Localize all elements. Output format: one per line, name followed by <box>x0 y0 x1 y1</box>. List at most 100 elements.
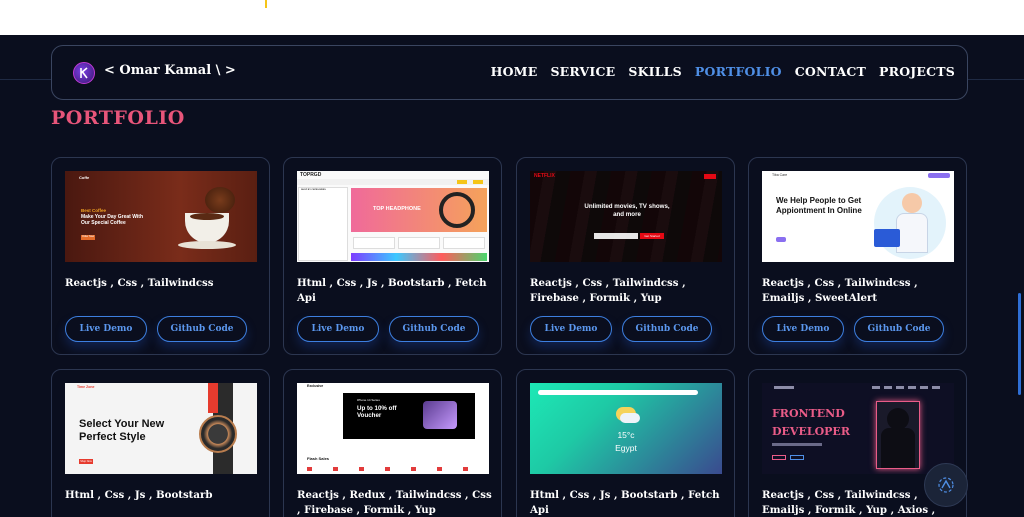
thumb-button <box>790 455 804 460</box>
thumb-headline: Up to 10% off Voucher <box>357 405 397 419</box>
project-card: Tiba Care We Help People to Get Appiontm… <box>748 157 967 355</box>
thumb-feature <box>443 237 485 249</box>
nav-skills[interactable]: SKILLS <box>628 64 682 79</box>
thumb-products <box>307 467 487 471</box>
project-tech: Reactjs , Css , Tailwindcss , Emailjs , … <box>762 277 918 304</box>
project-thumbnail[interactable]: Exclusive iPhone 14 Series Up to 10% off… <box>297 383 489 474</box>
accessibility-icon[interactable] <box>924 463 968 507</box>
project-card: Coffe Best Coffee Make Your Day Great Wi… <box>51 157 270 355</box>
live-demo-button[interactable]: Live Demo <box>762 316 844 342</box>
project-thumbnail[interactable]: 15°c Egypt <box>530 383 722 474</box>
thumb-headline: Unlimited movies, TV shows, and more <box>584 203 670 218</box>
thumb-brand: NETFLIX <box>534 173 555 179</box>
thumb-sidebar-title: SHOP BY CATEGORIES <box>301 189 326 191</box>
thumb-section: Flash Sales <box>307 456 330 461</box>
thumb-line2: DEVELOPER <box>772 425 850 438</box>
watch-strap-red <box>208 383 218 413</box>
thumb-cta: Shop Now <box>79 459 93 464</box>
project-tech: Html , Css , Js , Bootstarb <box>65 489 213 501</box>
thumb-menu <box>872 386 942 389</box>
thumb-eyebrow: Best Coffee <box>81 208 107 213</box>
github-code-button[interactable]: Github Code <box>389 316 479 342</box>
watch-face <box>199 415 237 453</box>
project-tech: Reactjs , Redux , Tailwindcss , Css , Fi… <box>297 489 492 516</box>
thumb-brand: TOPRGD <box>300 172 322 178</box>
coffee-splash <box>205 187 235 213</box>
thumb-headline: We Help People to Get Appiontment In Onl… <box>776 196 862 215</box>
thumb-cta: Order Now <box>81 235 95 240</box>
project-card: TOPRGD SHOP BY CATEGORIES TOP HEADPHONE … <box>283 157 502 355</box>
nav-portfolio[interactable]: PORTFOLIO <box>695 64 782 79</box>
thumb-brand: Coffe <box>79 175 90 180</box>
project-tech: Reactjs , Css , Tailwindcss <box>65 277 214 289</box>
portrait-body <box>881 428 915 468</box>
coffee-surface <box>190 213 224 220</box>
thumb-subtext <box>772 443 822 446</box>
live-demo-button[interactable]: Live Demo <box>530 316 612 342</box>
doctor-head <box>902 193 922 213</box>
thumb-button <box>772 455 786 460</box>
top-strip <box>0 0 1024 35</box>
github-code-button[interactable]: Github Code <box>854 316 944 342</box>
coffee-saucer <box>178 241 236 249</box>
thumb-hero: iPhone 14 Series Up to 10% off Voucher <box>343 393 475 439</box>
thumb-city: Egypt <box>615 443 637 453</box>
thumb-feature <box>398 237 440 249</box>
thumb-hero: TOP HEADPHONE <box>351 188 487 232</box>
laptop <box>874 229 900 247</box>
k-logo-icon[interactable] <box>73 62 95 84</box>
thumb-temp: 15°c <box>617 430 635 440</box>
project-tech: Reactjs , Css , Tailwindcss , Firebase ,… <box>530 277 686 304</box>
nav-projects[interactable]: PROJECTS <box>879 64 955 79</box>
scrollbar-thumb[interactable] <box>1018 293 1021 395</box>
github-code-button[interactable]: Github Code <box>157 316 247 342</box>
github-code-button[interactable]: Github Code <box>622 316 712 342</box>
project-thumbnail[interactable]: NETFLIX Unlimited movies, TV shows, and … <box>530 171 722 262</box>
project-thumbnail[interactable]: Time Zone Select Your New Perfect Style … <box>65 383 257 474</box>
project-thumbnail[interactable]: TOPRGD SHOP BY CATEGORIES TOP HEADPHONE <box>297 171 489 262</box>
thumb-email <box>594 233 638 239</box>
project-card: NETFLIX Unlimited movies, TV shows, and … <box>516 157 735 355</box>
phone-art <box>423 401 457 429</box>
thumb-cta <box>928 173 950 178</box>
thumb-headline: Select Your New Perfect Style <box>79 418 165 443</box>
nav-home[interactable]: HOME <box>491 64 538 79</box>
thumb-signin <box>704 174 716 179</box>
project-card: 15°c Egypt Html , Css , Js , Bootstarb ,… <box>516 369 735 517</box>
thumb-strip <box>351 253 487 261</box>
thumb-search <box>538 390 698 395</box>
thumb-line1: FRONTEND <box>772 407 845 420</box>
navbar: < Omar Kamal \ > HOME SERVICE SKILLS POR… <box>51 45 968 100</box>
thumb-headline: TOP HEADPHONE <box>373 206 421 212</box>
headphone-art <box>439 192 475 228</box>
thumb-button <box>776 237 786 242</box>
live-demo-button[interactable]: Live Demo <box>297 316 379 342</box>
doctor-coat <box>896 213 928 253</box>
thumb-brand: Tiba Care <box>772 173 788 177</box>
project-tech: Html , Css , Js , Bootstarb , Fetch Api <box>297 277 487 304</box>
nav-contact[interactable]: CONTACT <box>795 64 866 79</box>
thumb-sidebar: SHOP BY CATEGORIES <box>298 187 348 261</box>
thumb-badge <box>473 180 483 184</box>
project-tech: Html , Css , Js , Bootstarb , Fetch Api <box>530 489 720 516</box>
logo-text[interactable]: < Omar Kamal \ > <box>104 63 236 78</box>
project-thumbnail[interactable]: Coffe Best Coffee Make Your Day Great Wi… <box>65 171 257 262</box>
thumb-sub: iPhone 14 Series <box>357 398 380 402</box>
thumb-brand: Time Zone <box>77 385 95 389</box>
portrait-head <box>887 408 909 430</box>
thumb-brand: Exclusive <box>307 384 324 388</box>
thumb-headline: Make Your Day Great With Our Special Cof… <box>81 214 144 226</box>
live-demo-button[interactable]: Live Demo <box>65 316 147 342</box>
project-thumbnail[interactable]: Tiba Care We Help People to Get Appiontm… <box>762 171 954 262</box>
thumb-brand <box>774 386 794 389</box>
weather-cloud <box>620 413 640 423</box>
section-title: PORTFOLIO <box>51 107 185 129</box>
thumb-feature <box>353 237 395 249</box>
project-card: Exclusive iPhone 14 Series Up to 10% off… <box>283 369 502 517</box>
thumb-cta: Get Started <box>640 233 664 239</box>
cursor-mark <box>265 0 267 8</box>
thumb-badge <box>457 180 467 184</box>
nav-service[interactable]: SERVICE <box>550 64 615 79</box>
project-card: Time Zone Select Your New Perfect Style … <box>51 369 270 517</box>
project-thumbnail[interactable]: FRONTEND DEVELOPER <box>762 383 954 474</box>
